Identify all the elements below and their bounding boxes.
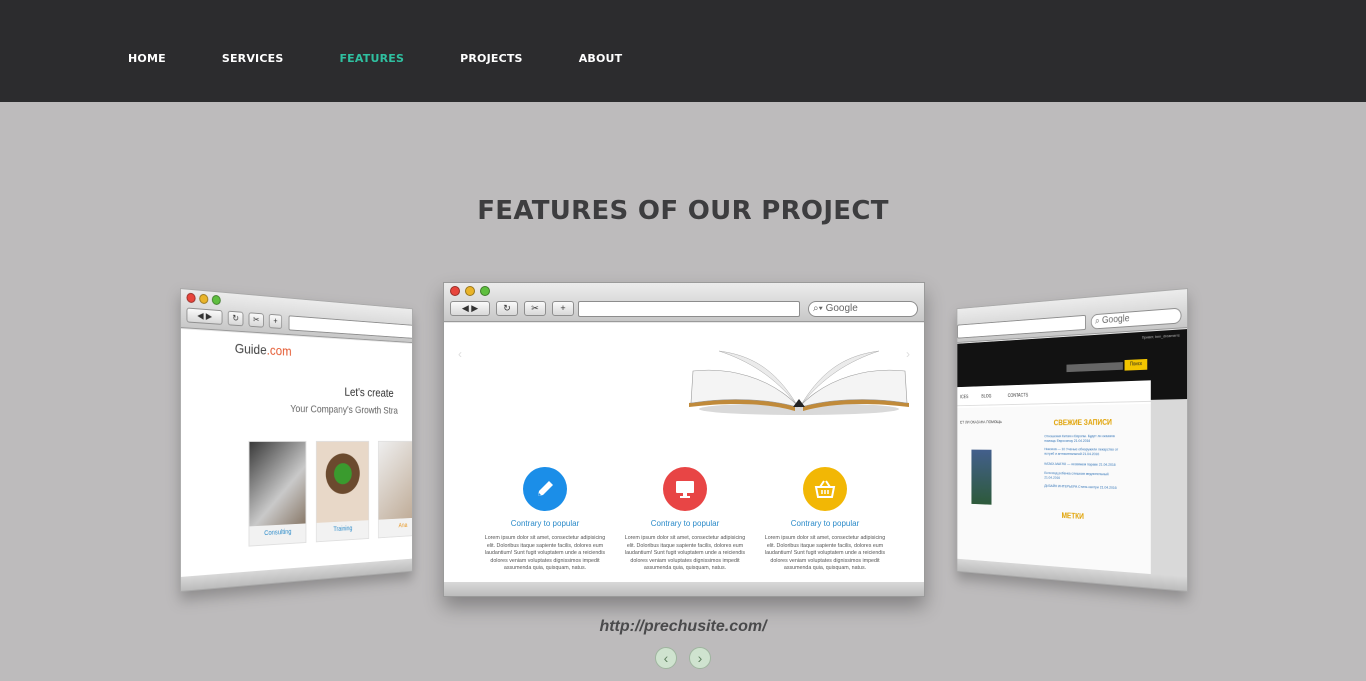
maximize-dot-icon (211, 294, 221, 306)
hands-image (378, 441, 413, 520)
browser-chrome: ◀ ▶ ↻ ✂ + ⌕▾ Google (444, 283, 924, 322)
search-box: ⌕▾ Google (808, 301, 918, 317)
page-edge (1150, 399, 1188, 577)
address-bar (957, 314, 1086, 339)
close-dot-icon (186, 292, 196, 304)
left-subline: Your Company's Growth Stra (290, 403, 398, 417)
sidebar-link: Никонов — 10 Ученые обнаружили лекарство… (1044, 446, 1119, 457)
feature-card: Contrary to popular Lorem ipsum dolor si… (755, 467, 895, 573)
browser-footer (444, 582, 924, 596)
sidebar-title: СВЕЖИЕ ЗАПИСИ (1053, 418, 1112, 428)
reload-icon: ↻ (227, 310, 244, 327)
thumb-consulting: Consulting (248, 440, 307, 547)
thumb-training: Training (315, 440, 370, 543)
plant-image (316, 441, 369, 523)
site-search-button: Поиск (1124, 358, 1148, 371)
section-title: FEATURES OF OUR PROJECT (477, 196, 889, 226)
address-bar (288, 315, 413, 339)
carousel-prev-button[interactable]: ‹ (655, 647, 677, 669)
nav-projects[interactable]: PROJECTS (460, 52, 523, 65)
feature-card: Contrary to popular Lorem ipsum dolor si… (475, 467, 615, 573)
back-forward-icon: ◀ ▶ (450, 301, 490, 316)
sidebar-link: Отношения Китая и Европы. Будет ли оказа… (1044, 433, 1115, 443)
minimize-dot-icon (199, 293, 209, 305)
bookmark-icon: ✂ (248, 312, 264, 328)
user-greeting: Привет, ben_dreamerrs (1141, 332, 1180, 340)
sidebar-title-tags: МЕТКИ (1061, 511, 1084, 521)
feature-title[interactable]: Contrary to popular (755, 519, 895, 528)
back-forward-icon: ◀ ▶ (186, 307, 223, 325)
nav-services[interactable]: SERVICES (222, 52, 284, 65)
center-page-content: ‹ › Contrary to popular Lorem ipsum dolo… (444, 323, 924, 582)
carousel-next-button[interactable]: › (689, 647, 711, 669)
slider-prev-icon: ‹ (458, 347, 462, 361)
site-body: ЕТ ЛИ ОКАЗАНА ПОМОЩЬ СВЕЖИЕ ЗАПИСИ Отнош… (957, 403, 1151, 575)
menu-services: ICES (960, 394, 969, 401)
post-image (971, 449, 992, 505)
left-page-content: Guide.com Let's create Your Company's Gr… (180, 329, 413, 577)
post-title: ЕТ ЛИ ОКАЗАНА ПОМОЩЬ (960, 419, 1002, 425)
thumb-analysis: Ana (377, 440, 413, 539)
address-bar (578, 301, 800, 317)
left-headline: Let's create (344, 384, 394, 400)
open-book-image (689, 350, 909, 415)
feature-text: Lorem ipsum dolor sit amet, consectetur … (764, 535, 886, 571)
thumb-caption: Consulting (264, 528, 292, 538)
project-url-caption[interactable]: http://prechusite.com/ (0, 618, 1366, 636)
menu-blog: BLOG (981, 393, 992, 400)
logo-tld: .com (266, 342, 292, 359)
basket-icon (803, 467, 847, 511)
handshake-image (249, 441, 306, 527)
search-placeholder: Google (1101, 313, 1130, 326)
pencil-icon (523, 467, 567, 511)
feature-title[interactable]: Contrary to popular (615, 519, 755, 528)
right-page-content: Привет, ben_dreamerrs Поиск ICES BLOG CO… (957, 329, 1188, 577)
maximize-dot-icon (480, 286, 490, 296)
sidebar-link: КАЗАХ-МАГЛО — несвяжем параве 21.04.2016 (1044, 461, 1116, 467)
chevron-right-icon: › (697, 650, 703, 666)
feature-text: Lorem ipsum dolor sit amet, consectetur … (484, 535, 606, 571)
monitor-icon (663, 467, 707, 511)
search-box: ⌕ Google (1090, 307, 1182, 330)
logo-main: Guide (234, 340, 267, 358)
feature-title[interactable]: Contrary to popular (475, 519, 615, 528)
nav-home[interactable]: HOME (128, 52, 166, 65)
thumb-caption: Ana (398, 522, 408, 530)
main-nav: HOME SERVICES FEATURES PROJECTS ABOUT (128, 52, 678, 65)
nav-features[interactable]: FEATURES (339, 52, 404, 65)
search-placeholder: Google (825, 303, 858, 314)
minimize-dot-icon (465, 286, 475, 296)
chevron-left-icon: ‹ (663, 650, 669, 666)
sidebar-link: Если вод ребенка слишком медлительный 21… (1044, 470, 1109, 480)
reload-icon: ↻ (496, 301, 518, 316)
guide-logo: Guide.com (235, 340, 292, 358)
site-search-input (1066, 362, 1123, 373)
new-tab-icon: + (268, 313, 283, 329)
carousel-slide-right[interactable]: ⌕ Google Привет, ben_dreamerrs Поиск ICE… (956, 288, 1188, 592)
thumb-caption: Training (333, 525, 353, 533)
sidebar-link: ДИЗАЙН ИНТЕРЬЕРА Стиль кантри 21.04.2016 (1044, 483, 1117, 490)
menu-contacts: CONTACTS (1007, 392, 1029, 399)
bookmark-icon: ✂ (524, 301, 546, 316)
feature-card: Contrary to popular Lorem ipsum dolor si… (615, 467, 755, 573)
close-dot-icon (450, 286, 460, 296)
top-nav-bar: HOME SERVICES FEATURES PROJECTS ABOUT (0, 0, 1366, 102)
carousel-slide-left[interactable]: ◀ ▶ ↻ ✂ + Guide.com Let's create Your Co… (180, 288, 413, 592)
feature-text: Lorem ipsum dolor sit amet, consectetur … (624, 535, 746, 571)
new-tab-icon: + (552, 301, 574, 316)
nav-about[interactable]: ABOUT (579, 52, 623, 65)
carousel-slide-center[interactable]: ◀ ▶ ↻ ✂ + ⌕▾ Google ‹ › Contrary to popu… (443, 282, 925, 597)
